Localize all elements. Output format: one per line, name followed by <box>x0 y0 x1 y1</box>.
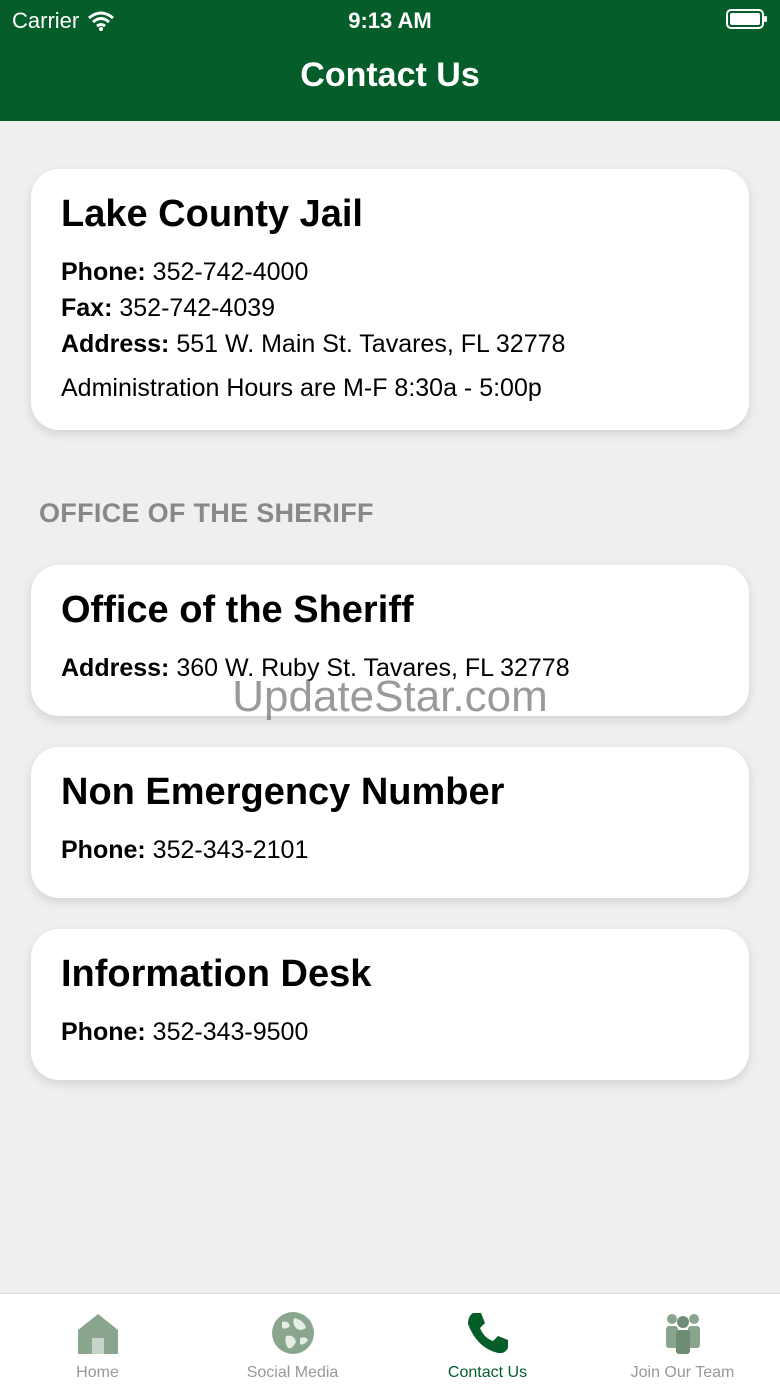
phone-value: 352-742-4000 <box>152 258 309 286</box>
jail-phone[interactable]: Phone: 352-742-4000 <box>61 254 719 290</box>
status-time: 9:13 AM <box>348 8 432 33</box>
header: Carrier 9:13 AM Contact Us <box>0 0 780 121</box>
non-emergency-card: Non Emergency Number Phone: 352-343-2101 <box>31 747 749 898</box>
fax-value: 352-742-4039 <box>119 294 276 322</box>
tab-join-our-team[interactable]: Join Our Team <box>585 1294 780 1387</box>
tab-social-media[interactable]: Social Media <box>195 1294 390 1387</box>
non-emergency-phone[interactable]: Phone: 352-343-2101 <box>61 832 719 868</box>
section-title: OFFICE OF THE SHERIFF <box>39 498 374 528</box>
phone-icon <box>467 1313 508 1354</box>
address-label: Address: <box>61 330 170 358</box>
jail-title: Lake County Jail <box>61 193 363 235</box>
phone-label: Phone: <box>61 836 146 864</box>
jail-address[interactable]: Address: 551 W. Main St. Tavares, FL 327… <box>61 326 719 362</box>
tab-label: Social Media <box>246 1364 339 1381</box>
people-icon <box>665 1314 700 1354</box>
phone-value: 352-343-9500 <box>152 1018 309 1046</box>
tab-label: Home <box>76 1364 119 1381</box>
phone-label: Phone: <box>61 1018 146 1046</box>
tab-home[interactable]: Home <box>0 1294 195 1387</box>
phone-label: Phone: <box>61 258 146 286</box>
info-desk-title: Information Desk <box>61 953 372 995</box>
jail-card: Lake County Jail Phone: 352-742-4000 Fax… <box>31 169 749 430</box>
home-icon <box>77 1314 118 1354</box>
status-bar: Carrier 9:13 AM <box>0 0 780 40</box>
tab-contact-us[interactable]: Contact Us <box>390 1294 585 1387</box>
info-desk-card: Information Desk Phone: 352-343-9500 <box>31 929 749 1080</box>
sheriff-title: Office of the Sheriff <box>61 589 414 631</box>
globe-icon <box>271 1312 314 1354</box>
jail-fax: Fax: 352-742-4039 <box>61 290 719 326</box>
tab-bar: Home Social Media Contact Us Join Our Te… <box>0 1293 780 1387</box>
jail-hours: Administration Hours are M-F 8:30a - 5:0… <box>61 374 542 402</box>
watermark: UpdateStar.com <box>232 672 548 721</box>
tab-label: Contact Us <box>447 1364 528 1381</box>
phone-value: 352-343-2101 <box>152 836 309 864</box>
page-title: Contact Us <box>300 56 480 94</box>
info-desk-phone[interactable]: Phone: 352-343-9500 <box>61 1014 719 1050</box>
battery-icon <box>726 8 768 36</box>
fax-label: Fax: <box>61 294 113 322</box>
non-emergency-title: Non Emergency Number <box>61 771 505 813</box>
address-value: 551 W. Main St. Tavares, FL 32778 <box>176 330 566 358</box>
tab-label: Join Our Team <box>630 1364 735 1381</box>
